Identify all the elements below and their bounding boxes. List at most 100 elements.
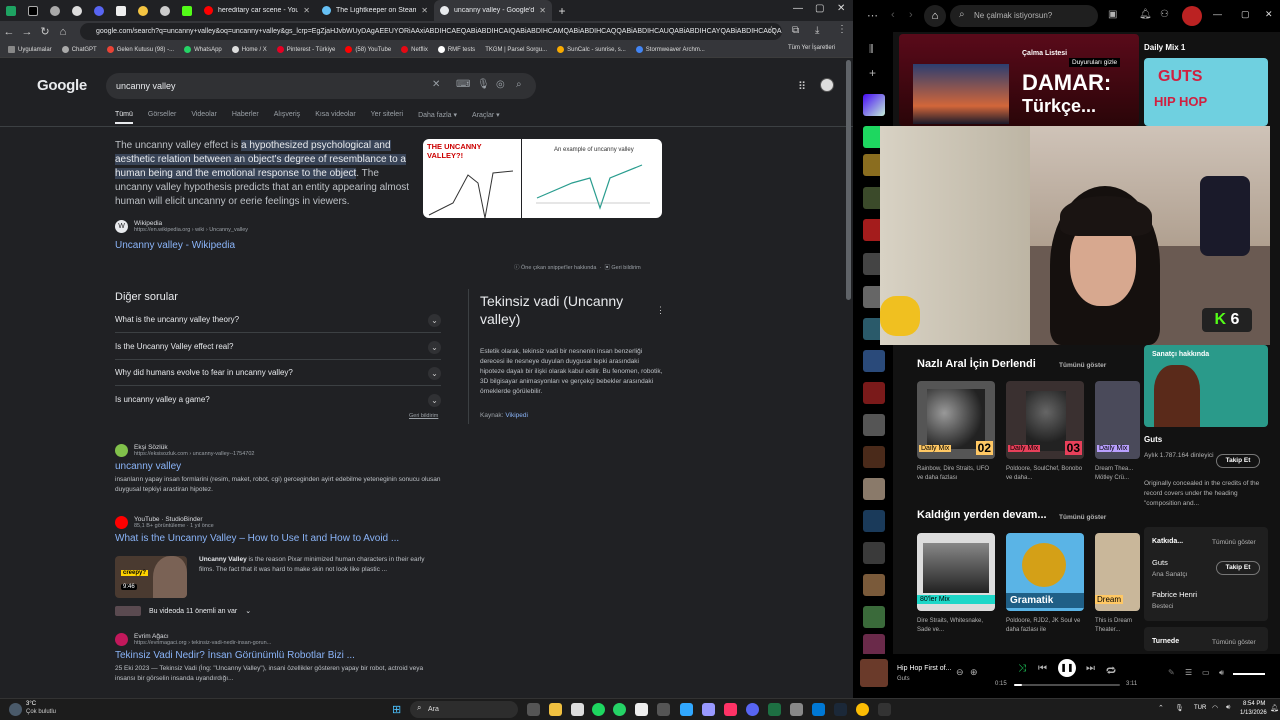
start-icon[interactable]: ⊞ xyxy=(392,703,401,716)
pause-button[interactable]: ❚❚ xyxy=(1058,659,1076,677)
weather-desc[interactable]: Çok bulutlu xyxy=(26,709,56,715)
home-icon[interactable]: ⌂ xyxy=(54,26,72,38)
contributor-name[interactable]: Fabrice Henri xyxy=(1152,590,1197,599)
volume-icon[interactable]: 🔊︎ xyxy=(1226,704,1230,712)
clock-date[interactable]: 1/13/2026 xyxy=(1240,710,1267,716)
playlist-tile[interactable] xyxy=(863,574,885,596)
follow-button[interactable]: Takip Et xyxy=(1216,561,1260,575)
google-logo[interactable]: Google xyxy=(37,77,87,94)
spotify-search-input[interactable]: Ne çalmak istiyorsun? xyxy=(950,5,1098,27)
playlist-tile[interactable] xyxy=(863,350,885,372)
pinned-tab-app[interactable] xyxy=(110,0,132,21)
playlist-tile[interactable] xyxy=(863,542,885,564)
reload-icon[interactable]: ↻ xyxy=(36,25,54,38)
show-all-link[interactable]: Tümünü göster xyxy=(1059,362,1106,369)
this-is-card[interactable]: Dream xyxy=(1095,533,1140,611)
pinned-tab-github[interactable] xyxy=(66,0,88,21)
show-all-link[interactable]: Tümünü göster xyxy=(1059,514,1106,521)
about-snippets-link[interactable]: ⓘ Öne çıkan snippet'ler hakkında xyxy=(514,265,596,271)
tab-tools[interactable]: Araçlar ▾ xyxy=(472,111,500,124)
menu-icon[interactable]: ⋮ xyxy=(837,24,847,35)
tab-shopping[interactable]: Alışveriş xyxy=(274,111,300,124)
task-view-icon[interactable] xyxy=(527,703,540,716)
hero-banner[interactable]: Çalma Listesi Duyuruları gizle DAMAR: Tü… xyxy=(899,34,1139,126)
shuffle-icon[interactable]: ⤨ xyxy=(1018,663,1026,674)
device-icon[interactable]: ▭ xyxy=(1202,668,1210,677)
back-icon[interactable]: ‹ xyxy=(891,9,895,21)
lens-icon[interactable]: ◎ xyxy=(496,79,505,90)
wifi-icon[interactable]: ◠ xyxy=(1212,704,1218,712)
avatar[interactable] xyxy=(820,78,834,92)
tab-news[interactable]: Haberler xyxy=(232,111,259,124)
tab-google[interactable]: uncanny valley - Google'da Ara ✕ xyxy=(434,0,552,21)
result-title[interactable]: uncanny valley xyxy=(115,461,445,472)
pinned-tab-app3[interactable] xyxy=(154,0,176,21)
bookmark-item[interactable]: Home / X xyxy=(231,46,267,53)
weather-temp[interactable]: 3°C xyxy=(26,701,36,707)
mic-icon[interactable]: 🎙 xyxy=(477,79,490,90)
download-icon[interactable]: ⤓ xyxy=(815,25,819,36)
paa-question[interactable]: Is uncanny valley a game? ⌄ xyxy=(115,387,441,413)
add-icon[interactable]: + xyxy=(869,66,876,80)
app-icon[interactable] xyxy=(657,703,670,716)
playlist-tile[interactable] xyxy=(863,606,885,628)
add-to-playlist-icon[interactable]: ⊕ xyxy=(970,667,978,678)
playlist-tile[interactable] xyxy=(863,634,885,656)
address-bar[interactable]: google.com/search?q=uncanny+valley&oq=un… xyxy=(80,23,782,40)
source-row[interactable]: W Wikipedia https://en.wikipedia.org › w… xyxy=(115,220,248,233)
app-icon[interactable] xyxy=(790,703,803,716)
tab-images[interactable]: Görseller xyxy=(148,111,176,124)
steam-icon[interactable] xyxy=(834,703,847,716)
wikipedia-link[interactable]: Uncanny valley - Wikipedia xyxy=(115,240,235,251)
close-window-icon[interactable]: ✕ xyxy=(1265,9,1273,20)
contributor-name[interactable]: Guts xyxy=(1152,558,1168,567)
forward-icon[interactable]: → xyxy=(18,26,36,38)
menu-dots-icon[interactable]: ⋯ xyxy=(867,9,878,22)
tab-steam[interactable]: The Lightkeeper on Steam ✕ xyxy=(316,0,434,21)
source-link[interactable]: Vikipedi xyxy=(505,412,528,419)
taskbar-search[interactable]: Ara xyxy=(410,701,518,718)
more-icon[interactable]: ⋮ xyxy=(656,305,665,316)
bookmark-item[interactable]: (58) YouTube xyxy=(345,46,391,53)
volume-icon[interactable]: 🔊︎ xyxy=(1219,668,1224,678)
lyrics-icon[interactable]: ✎ xyxy=(1168,668,1175,677)
tab-videos[interactable]: Videolar xyxy=(191,111,217,124)
progress-bar[interactable] xyxy=(1014,684,1120,686)
show-all-link[interactable]: Tümünü göster xyxy=(1212,539,1256,546)
bookmark-item[interactable]: RMF tests xyxy=(437,46,475,53)
daily-mix-card[interactable]: Daily Mix 02 xyxy=(917,381,995,459)
repeat-icon[interactable]: 🔁︎ xyxy=(1106,663,1116,678)
search-input[interactable]: uncanny valley xyxy=(106,73,536,99)
back-icon[interactable]: ← xyxy=(0,26,18,38)
snippet-image[interactable]: THE UNCANNY VALLEY?! xyxy=(423,139,521,218)
paa-question[interactable]: Why did humans evolve to fear in uncanny… xyxy=(115,360,441,386)
maximize-icon[interactable]: ▢ xyxy=(815,3,824,14)
maximize-icon[interactable]: ▢ xyxy=(1241,9,1250,20)
close-icon[interactable]: ✕ xyxy=(303,6,310,15)
follow-button[interactable]: Takip Et xyxy=(1216,454,1260,468)
playlist-tile[interactable] xyxy=(863,446,885,468)
library-icon[interactable]: ⫼ xyxy=(869,44,874,55)
snippet-image[interactable]: An example of uncanny valley xyxy=(522,139,662,218)
tab-all[interactable]: Tümü xyxy=(115,111,133,124)
playlist-tile[interactable] xyxy=(863,510,885,532)
playlist-tile[interactable] xyxy=(863,478,885,500)
artist-card[interactable]: Sanatçı hakkında xyxy=(1144,345,1268,427)
bookmark-item[interactable]: Gelen Kutusu (98) -... xyxy=(106,46,174,53)
next-icon[interactable]: ⏭︎ xyxy=(1086,663,1095,674)
feedback-link[interactable]: ▣ Geri bildirim xyxy=(604,265,640,271)
bookmark-item[interactable]: WhatsApp xyxy=(184,46,222,53)
tab-web[interactable]: Yer siteleri xyxy=(371,111,403,124)
pinned-tab-kick[interactable] xyxy=(176,0,198,21)
whatsapp-icon[interactable] xyxy=(613,703,626,716)
bookmark-star-icon[interactable]: ☆ xyxy=(767,25,776,36)
app-icon[interactable] xyxy=(635,703,648,716)
tab-more[interactable]: Daha fazla ▾ xyxy=(418,111,457,124)
now-playing-cover[interactable] xyxy=(860,659,888,687)
key-moments[interactable]: Bu videoda 11 önemli an var ⌄ xyxy=(115,606,251,616)
new-tab-button[interactable]: + xyxy=(552,4,572,18)
clear-icon[interactable]: ✕ xyxy=(432,79,440,90)
spotify-icon[interactable] xyxy=(592,703,605,716)
chrome-icon[interactable] xyxy=(856,703,869,716)
show-all-link[interactable]: Tümünü göster xyxy=(1212,639,1256,646)
